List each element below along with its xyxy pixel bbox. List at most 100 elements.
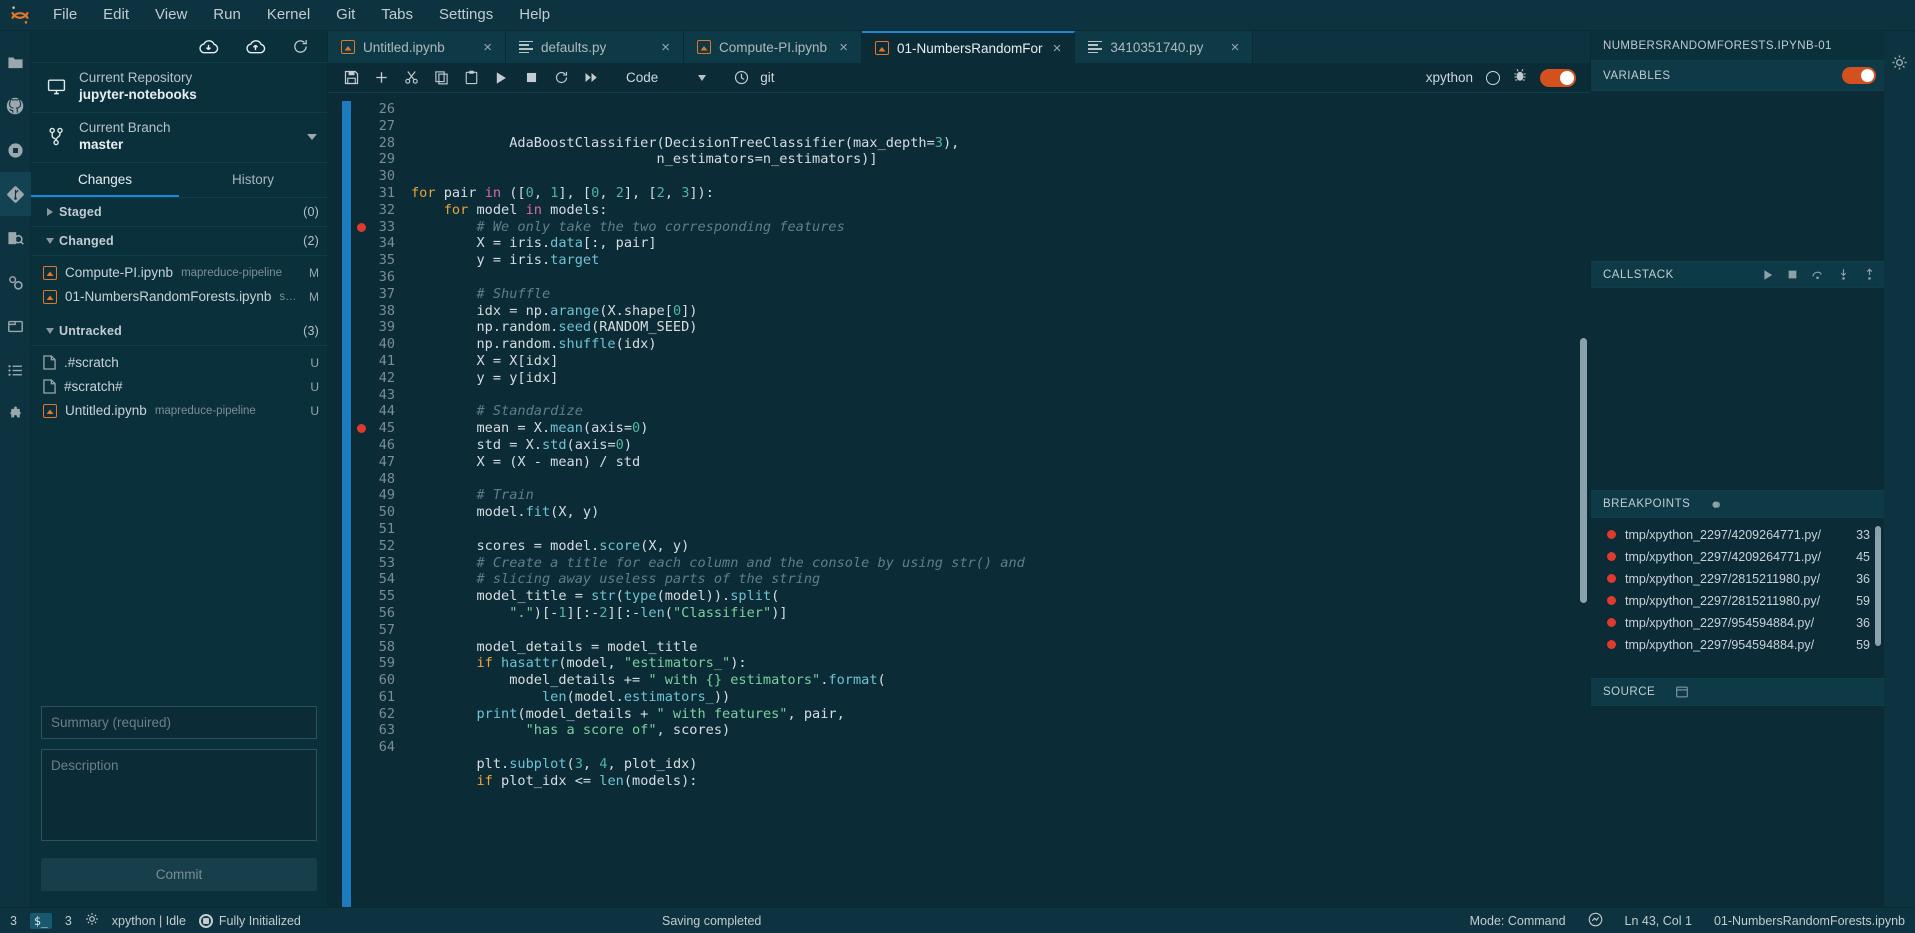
line-number[interactable]: 59 (351, 655, 407, 672)
current-branch-row[interactable]: Current Branch master (31, 113, 327, 163)
section-untracked[interactable]: Untracked (3) (31, 317, 327, 346)
sidebar-item-running[interactable] (0, 128, 31, 172)
line-number[interactable]: 51 (351, 521, 407, 538)
commit-summary-input[interactable] (41, 706, 317, 739)
line-number[interactable]: 63 (351, 722, 407, 739)
menu-settings[interactable]: Settings (426, 1, 506, 29)
line-number[interactable]: 37 (351, 286, 407, 303)
mode-indicator[interactable]: Mode: Command (1470, 914, 1566, 928)
menu-help[interactable]: Help (506, 1, 563, 29)
close-icon[interactable]: × (659, 40, 672, 55)
breakpoints-scrollbar[interactable] (1875, 525, 1881, 646)
terminal-chip[interactable]: $_ (29, 912, 52, 929)
line-number[interactable]: 26 (351, 101, 407, 118)
line-number[interactable]: 47 (351, 454, 407, 471)
restart-run-all-button[interactable] (576, 64, 606, 92)
section-changed[interactable]: Changed (2) (31, 227, 327, 256)
line-number[interactable]: 62 (351, 706, 407, 723)
git-refresh-button[interactable] (292, 38, 309, 55)
source-section-header[interactable]: SOURCE (1591, 677, 1884, 706)
line-number[interactable]: 39 (351, 319, 407, 336)
line-number[interactable]: 50 (351, 504, 407, 521)
sidebar-item-open-tabs[interactable] (0, 304, 31, 348)
code-editor[interactable]: AdaBoostClassifier(DecisionTreeClassifie… (407, 93, 1590, 907)
tab-compute-pi-ipynb[interactable]: Compute-PI.ipynb × (684, 31, 862, 63)
close-icon[interactable]: × (481, 40, 494, 55)
sidebar-item-file-browser[interactable] (0, 40, 31, 84)
cursor-position[interactable]: Ln 43, Col 1 (1625, 914, 1692, 928)
sidebar-item-debugger[interactable] (0, 216, 31, 260)
menu-kernel[interactable]: Kernel (254, 1, 323, 29)
tab-3410351740-py[interactable]: 3410351740.py × (1075, 31, 1254, 63)
breakpoints-section-header[interactable]: BREAKPOINTS (1591, 489, 1884, 518)
line-number[interactable]: 60 (351, 672, 407, 689)
line-number[interactable]: 64 (351, 739, 407, 756)
breakpoint-dot-icon[interactable] (357, 424, 366, 434)
line-number[interactable]: 40 (351, 336, 407, 353)
editor-scrollbar[interactable] (1580, 338, 1587, 603)
list-item[interactable]: 01-NumbersRandomForests.ipynb scikitlear… (31, 285, 327, 309)
line-number[interactable]: 56 (351, 605, 407, 622)
line-number[interactable]: 38 (351, 303, 407, 320)
tab-defaults-py[interactable]: defaults.py × (506, 31, 684, 63)
remove-all-breakpoints-icon[interactable] (1710, 497, 1724, 511)
callstack-section-header[interactable]: CALLSTACK (1591, 261, 1884, 288)
list-item[interactable]: Compute-PI.ipynb mapreduce-pipeline M (31, 261, 327, 285)
cut-button[interactable] (396, 64, 426, 92)
paste-button[interactable] (456, 64, 486, 92)
run-button[interactable] (486, 64, 516, 92)
tab-changes[interactable]: Changes (31, 163, 179, 197)
continue-button[interactable] (1762, 269, 1774, 281)
commit-button[interactable]: Commit (41, 858, 317, 891)
line-number[interactable]: 58 (351, 639, 407, 656)
line-number[interactable]: 57 (351, 622, 407, 639)
git-push-button[interactable] (245, 39, 266, 55)
line-number[interactable]: 32 (351, 202, 407, 219)
sidebar-item-property-inspector[interactable] (0, 260, 31, 304)
menu-edit[interactable]: Edit (90, 1, 142, 29)
line-number[interactable]: 48 (351, 471, 407, 488)
breakpoint-item[interactable]: tmp/xpython_2297/4209264771.py/33 (1591, 524, 1884, 546)
step-over-button[interactable] (1811, 268, 1824, 281)
line-number[interactable]: 31 (351, 185, 407, 202)
line-number[interactable]: 28 (351, 135, 407, 152)
close-icon[interactable]: × (837, 40, 850, 55)
commit-description-input[interactable] (41, 749, 317, 841)
line-number[interactable]: 35 (351, 252, 407, 269)
breakpoints-list[interactable]: tmp/xpython_2297/4209264771.py/33 tmp/xpy… (1591, 517, 1884, 678)
close-icon[interactable]: × (1051, 41, 1064, 56)
history-button[interactable] (726, 64, 756, 92)
menu-view[interactable]: View (142, 1, 200, 29)
line-number[interactable]: 49 (351, 487, 407, 504)
line-number[interactable]: 54 (351, 571, 407, 588)
line-number[interactable]: 46 (351, 437, 407, 454)
line-number[interactable]: 52 (351, 538, 407, 555)
breakpoint-item[interactable]: tmp/xpython_2297/2815211980.py/59 (1591, 590, 1884, 612)
line-number[interactable]: 33 (351, 219, 407, 236)
breakpoint-item[interactable]: tmp/xpython_2297/954594884.py/36 (1591, 612, 1884, 634)
sidebar-item-github[interactable] (0, 84, 31, 128)
menu-run[interactable]: Run (200, 1, 254, 29)
line-number[interactable]: 27 (351, 118, 407, 135)
section-staged[interactable]: Staged (0) (31, 198, 327, 227)
current-repository-row[interactable]: Current Repository jupyter-notebooks (31, 63, 327, 113)
gear-icon[interactable] (85, 912, 99, 929)
step-in-button[interactable] (1837, 268, 1850, 281)
variables-section-header[interactable]: VARIABLES (1591, 60, 1884, 91)
line-number[interactable]: 36 (351, 269, 407, 286)
kernel-idle-circle-icon[interactable] (1486, 70, 1500, 85)
line-number[interactable]: 53 (351, 555, 407, 572)
line-number[interactable]: 45 (351, 420, 407, 437)
list-item[interactable]: Untitled.ipynb mapreduce-pipeline U (31, 399, 327, 423)
insert-cell-button[interactable] (366, 64, 396, 92)
stop-button[interactable] (516, 64, 546, 92)
step-out-button[interactable] (1863, 268, 1876, 281)
copy-button[interactable] (426, 64, 456, 92)
menu-git[interactable]: Git (323, 1, 368, 29)
bug-icon[interactable] (1513, 68, 1527, 88)
line-number[interactable]: 29 (351, 151, 407, 168)
save-button[interactable] (336, 64, 366, 92)
open-source-icon[interactable] (1675, 685, 1689, 699)
breakpoint-item[interactable]: tmp/xpython_2297/2815211980.py/36 (1591, 568, 1884, 590)
notebook-status-icon[interactable] (1588, 912, 1603, 930)
